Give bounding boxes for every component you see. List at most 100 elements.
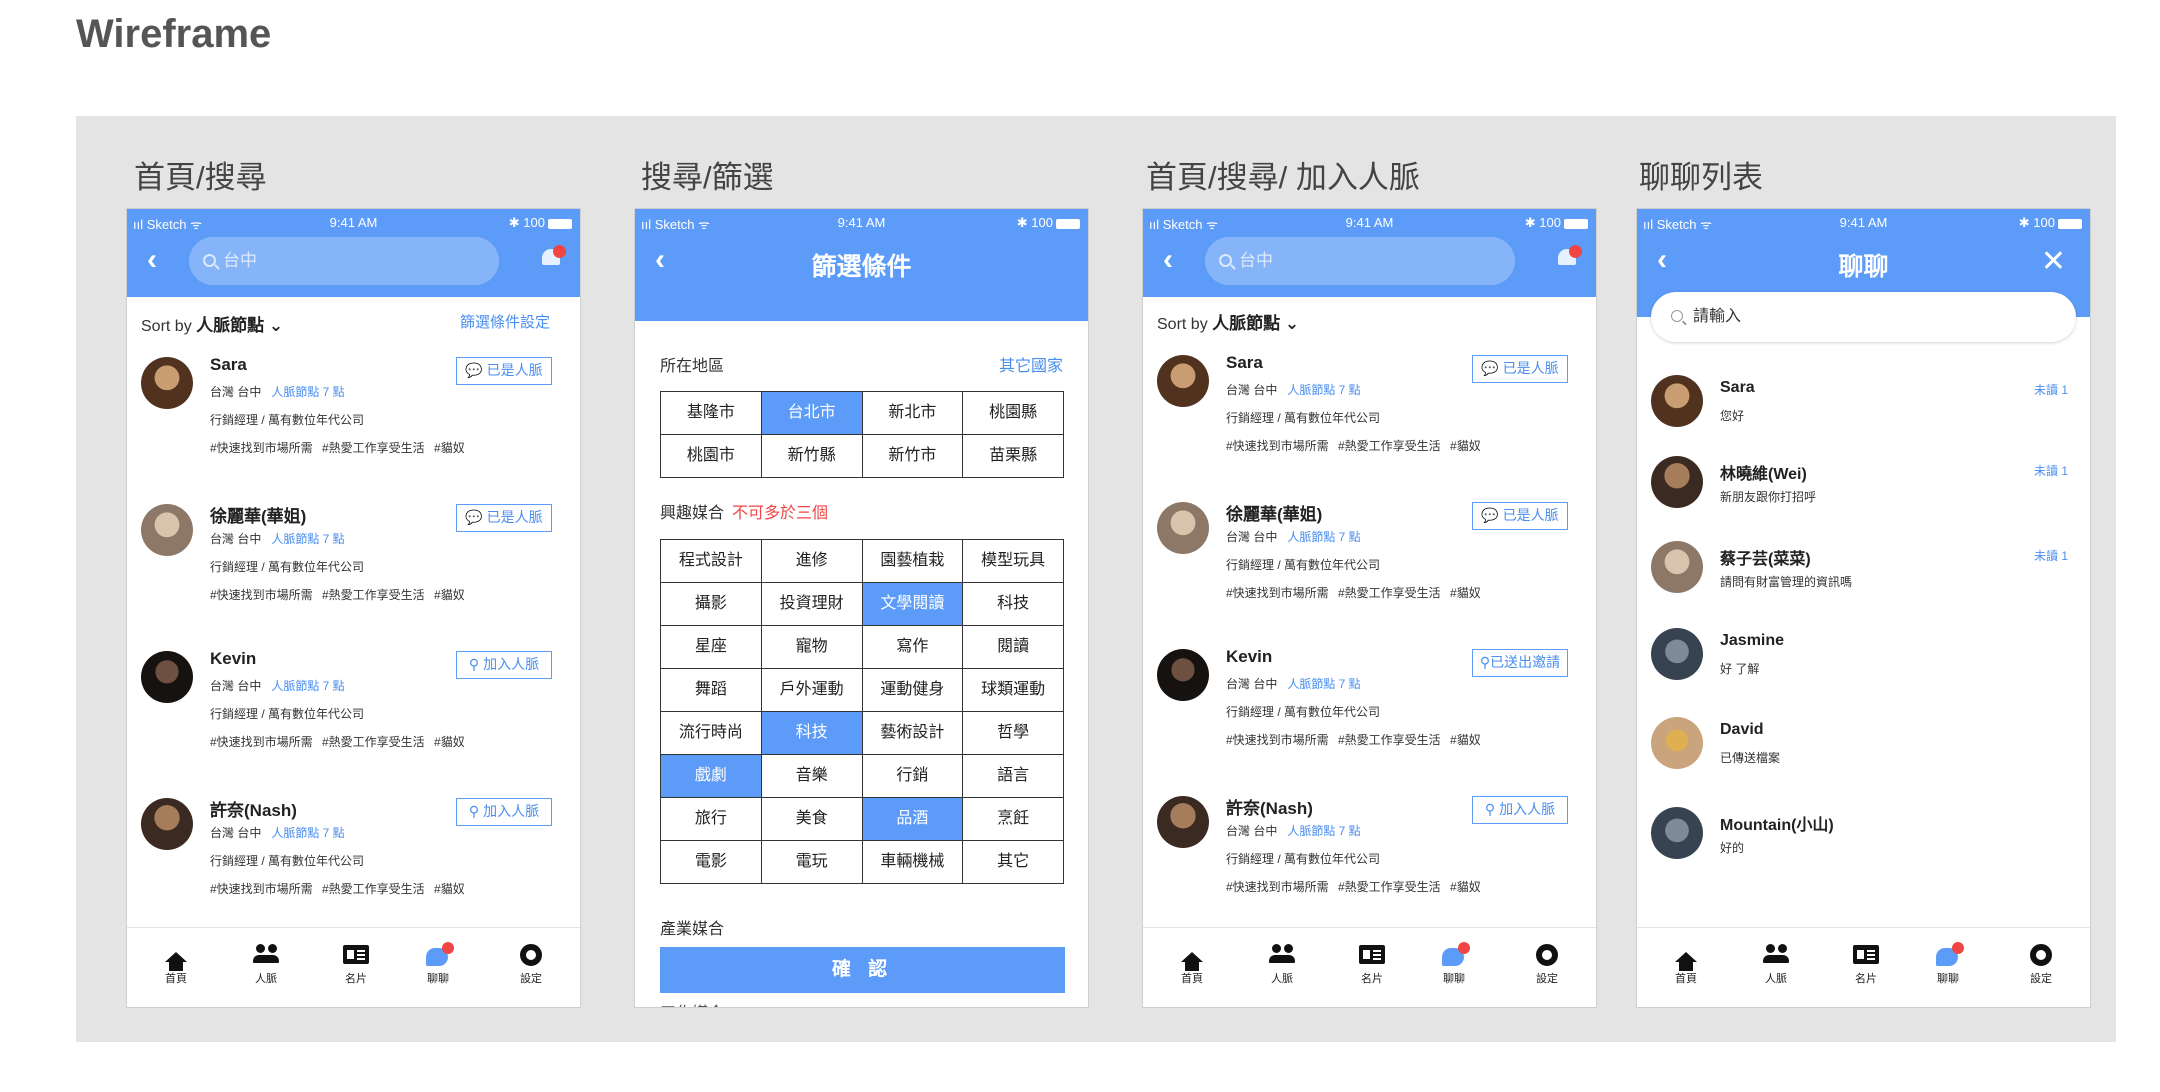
interest-option[interactable]: 閱讀	[963, 626, 1064, 669]
invitation-sent-button[interactable]: ⚲已送出邀請	[1472, 649, 1568, 677]
interest-option[interactable]: 科技	[963, 583, 1064, 626]
interest-option[interactable]: 球類運動	[963, 669, 1064, 712]
region-option[interactable]: 新竹市	[862, 435, 964, 478]
interest-option[interactable]: 科技	[761, 712, 863, 755]
contact-card[interactable]: Kevin 台灣 台中 人脈節點 7 點 行銷經理 / 萬有數位年代公司 #快速找…	[127, 643, 580, 773]
tab-home[interactable]: 首頁	[146, 944, 206, 986]
tab-contacts[interactable]: 人脈	[1746, 944, 1806, 986]
contact-card[interactable]: Kevin 台灣 台中 人脈節點 7 點 行銷經理 / 萬有數位年代公司 #快速找…	[1143, 641, 1596, 771]
close-icon[interactable]: ✕	[2041, 247, 2066, 277]
interest-option[interactable]: 哲學	[963, 712, 1064, 755]
interest-option[interactable]: 其它	[963, 841, 1064, 884]
chat-row[interactable]: Sara 您好 未讀 1	[1637, 371, 2090, 451]
region-option[interactable]: 新北市	[862, 392, 964, 435]
chat-row[interactable]: Mountain(小山) 好的	[1637, 803, 2090, 883]
region-option[interactable]: 基隆市	[661, 392, 762, 435]
interest-option[interactable]: 旅行	[661, 798, 762, 841]
contact-card[interactable]: Sara 台灣 台中 人脈節點 7 點 行銷經理 / 萬有數位年代公司 #快速找到…	[127, 349, 580, 479]
interest-option[interactable]: 投資理財	[761, 583, 863, 626]
tab-home[interactable]: 首頁	[1656, 944, 1716, 986]
tab-contacts[interactable]: 人脈	[236, 944, 296, 986]
contact-card[interactable]: 徐麗華(華姐) 台灣 台中 人脈節點 7 點 行銷經理 / 萬有數位年代公司 #快…	[1143, 494, 1596, 624]
chat-name: 蔡子芸(菜菜)	[1720, 551, 1811, 568]
tab-contacts[interactable]: 人脈	[1252, 944, 1312, 986]
tab-settings[interactable]: 設定	[1517, 940, 1577, 986]
region-option[interactable]: 桃園縣	[963, 392, 1064, 435]
already-connected-button[interactable]: 💬 已是人脈	[456, 504, 552, 532]
interest-option[interactable]: 語言	[963, 755, 1064, 798]
tab-cards[interactable]: 名片	[1342, 944, 1402, 986]
interest-option[interactable]: 寫作	[862, 626, 964, 669]
interest-label: 興趣媒合 不可多於三個	[660, 499, 828, 523]
tab-bar: 首頁 人脈 名片 聊聊 設定	[1637, 927, 2090, 1007]
back-button[interactable]: ‹	[1163, 243, 1173, 277]
interest-option[interactable]: 藝術設計	[862, 712, 964, 755]
interest-option[interactable]: 品酒	[862, 798, 964, 841]
interest-option[interactable]: 電影	[661, 841, 762, 884]
already-connected-button[interactable]: 💬 已是人脈	[1472, 355, 1568, 383]
network-nodes: 人脈節點 7 點	[271, 532, 345, 546]
chat-row[interactable]: 蔡子芸(菜菜) 請問有財富管理的資訊嗎 未讀 1	[1637, 537, 2090, 617]
sort-selector[interactable]: Sort by 人脈節點 ⌄	[1157, 309, 1299, 334]
chat-row[interactable]: David 已傳送檔案	[1637, 713, 2090, 793]
interest-option[interactable]: 戲劇	[661, 755, 762, 798]
chat-row[interactable]: Jasmine 好 了解	[1637, 624, 2090, 704]
tab-home[interactable]: 首頁	[1162, 944, 1222, 986]
contact-card[interactable]: 許奈(Nash) 台灣 台中 人脈節點 7 點 行銷經理 / 萬有數位年代公司 #…	[127, 790, 580, 920]
tab-chat[interactable]: 聊聊	[408, 942, 468, 986]
interest-option[interactable]: 電玩	[761, 841, 863, 884]
tab-cards[interactable]: 名片	[1836, 944, 1896, 986]
contact-card[interactable]: Sara 台灣 台中 人脈節點 7 點 行銷經理 / 萬有數位年代公司 #快速找到…	[1143, 347, 1596, 477]
interest-option[interactable]: 車輛機械	[862, 841, 964, 884]
interest-option[interactable]: 舞蹈	[661, 669, 762, 712]
search-input[interactable]: 台中	[1205, 237, 1515, 285]
back-button[interactable]: ‹	[147, 243, 157, 277]
contact-card[interactable]: 許奈(Nash) 台灣 台中 人脈節點 7 點 行銷經理 / 萬有數位年代公司 #…	[1143, 788, 1596, 918]
contact-job: 行銷經理 / 萬有數位年代公司	[210, 560, 365, 574]
interest-option[interactable]: 美食	[761, 798, 863, 841]
interest-option[interactable]: 模型玩具	[963, 540, 1064, 583]
interest-option[interactable]: 流行時尚	[661, 712, 762, 755]
add-contact-button[interactable]: ⚲ 加入人脈	[456, 651, 552, 679]
region-option[interactable]: 苗栗縣	[963, 435, 1064, 478]
search-input[interactable]: 台中	[189, 237, 499, 285]
interest-option[interactable]: 寵物	[761, 626, 863, 669]
add-contact-button[interactable]: ⚲ 加入人脈	[1472, 796, 1568, 824]
filter-settings-link[interactable]: 篩選條件設定	[460, 311, 550, 332]
contact-location: 台灣 台中 人脈節點 7 點	[210, 677, 345, 694]
confirm-button[interactable]: 確 認	[660, 947, 1065, 993]
interest-option[interactable]: 烹飪	[963, 798, 1064, 841]
region-option[interactable]: 桃園市	[661, 435, 762, 478]
interest-option[interactable]: 星座	[661, 626, 762, 669]
add-contact-button[interactable]: ⚲ 加入人脈	[456, 798, 552, 826]
contact-card[interactable]: 徐麗華(華姐) 台灣 台中 人脈節點 7 點 行銷經理 / 萬有數位年代公司 #快…	[127, 496, 580, 626]
contact-location: 台灣 台中 人脈節點 7 點	[210, 530, 345, 547]
interest-option[interactable]: 攝影	[661, 583, 762, 626]
interest-option[interactable]: 進修	[761, 540, 863, 583]
tab-chat[interactable]: 聊聊	[1918, 942, 1978, 986]
region-option[interactable]: 新竹縣	[761, 435, 863, 478]
notification-bell-icon[interactable]	[540, 245, 566, 269]
tab-cards[interactable]: 名片	[326, 944, 386, 986]
interest-option[interactable]: 運動健身	[862, 669, 964, 712]
chat-row[interactable]: 林曉維(Wei) 新朋友跟你打招呼 未讀 1	[1637, 452, 2090, 532]
interest-option[interactable]: 音樂	[761, 755, 863, 798]
notification-bell-icon[interactable]	[1556, 245, 1582, 269]
sort-selector[interactable]: Sort by 人脈節點 ⌄	[141, 311, 283, 336]
already-connected-button[interactable]: 💬 已是人脈	[456, 357, 552, 385]
tab-chat[interactable]: 聊聊	[1424, 942, 1484, 986]
battery-indicator: ✱ 100	[1017, 215, 1080, 231]
interest-option[interactable]: 程式設計	[661, 540, 762, 583]
avatar	[1651, 717, 1703, 769]
region-option[interactable]: 台北市	[761, 392, 863, 435]
other-country-link[interactable]: 其它國家	[999, 352, 1063, 376]
tab-settings[interactable]: 設定	[2011, 940, 2071, 986]
interest-option[interactable]: 行銷	[862, 755, 964, 798]
interest-option[interactable]: 文學閱讀	[862, 583, 964, 626]
interest-option[interactable]: 園藝植栽	[862, 540, 964, 583]
chat-search-input[interactable]: 請輸入	[1651, 292, 2076, 342]
avatar	[141, 504, 193, 556]
tab-settings[interactable]: 設定	[501, 940, 561, 986]
already-connected-button[interactable]: 💬 已是人脈	[1472, 502, 1568, 530]
interest-option[interactable]: 戶外運動	[761, 669, 863, 712]
